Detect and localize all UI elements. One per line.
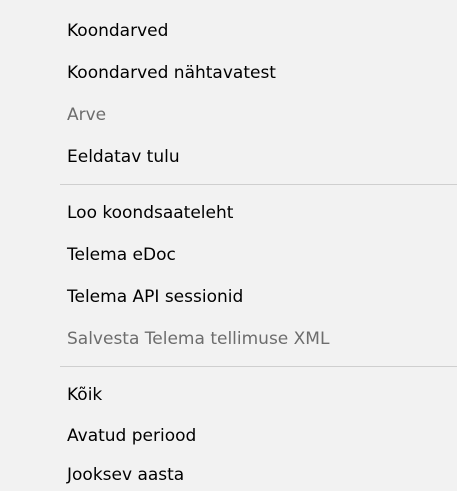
- menu-separator: [60, 184, 457, 185]
- menu-item-koik[interactable]: Kõik: [67, 381, 102, 409]
- context-menu: Koondarved Koondarved nähtavatest Arve E…: [0, 0, 457, 491]
- menu-item-avatud-periood[interactable]: Avatud periood: [67, 422, 196, 450]
- menu-item-eeldatav-tulu[interactable]: Eeldatav tulu: [67, 143, 180, 171]
- menu-item-arve: Arve: [67, 105, 107, 125]
- menu-item-telema-api-sessionid[interactable]: Telema API sessionid: [67, 283, 243, 311]
- menu-separator: [60, 366, 457, 367]
- menu-item-koondarved[interactable]: Koondarved: [67, 17, 168, 45]
- menu-item-salvesta-telema-xml: Salvesta Telema tellimuse XML: [67, 329, 330, 349]
- menu-item-loo-koondsaateleht[interactable]: Loo koondsaateleht: [67, 199, 233, 227]
- menu-item-jooksev-aasta[interactable]: Jooksev aasta: [67, 461, 184, 489]
- menu-item-telema-edoc[interactable]: Telema eDoc: [67, 241, 176, 269]
- menu-item-koondarved-nahtavatest[interactable]: Koondarved nähtavatest: [67, 59, 276, 87]
